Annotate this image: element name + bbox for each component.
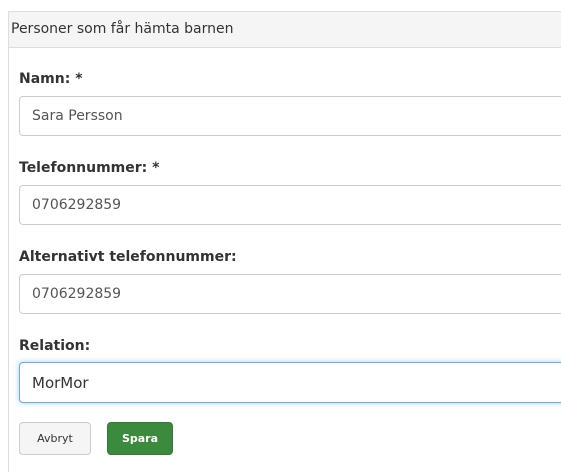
phone-label: Telefonnummer: * bbox=[19, 160, 160, 176]
name-input[interactable] bbox=[19, 96, 561, 136]
cancel-button[interactable]: Avbryt bbox=[19, 422, 91, 455]
panel-title: Personer som får hämta barnen bbox=[9, 12, 561, 48]
name-label: Namn: * bbox=[19, 71, 83, 87]
alt-phone-input[interactable] bbox=[19, 274, 561, 314]
save-button[interactable]: Spara bbox=[107, 422, 173, 455]
relation-input[interactable] bbox=[19, 362, 561, 403]
phone-input[interactable] bbox=[19, 185, 561, 225]
relation-label: Relation: bbox=[19, 338, 91, 354]
alt-phone-label: Alternativt telefonnummer: bbox=[19, 249, 237, 265]
